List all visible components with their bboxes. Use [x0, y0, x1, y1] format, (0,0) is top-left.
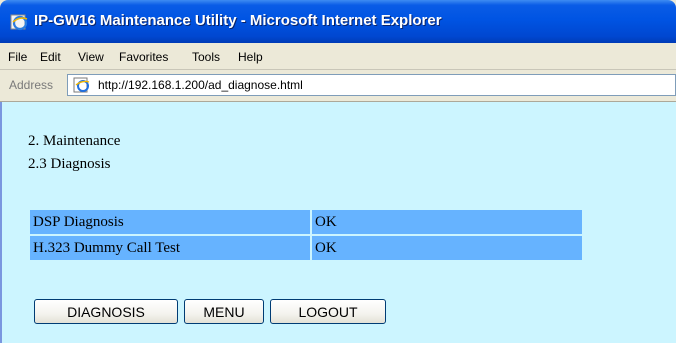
address-bar: Address http://192.168.1.200/ad_diagnose…	[0, 70, 676, 102]
menu-edit[interactable]: Edit	[40, 50, 61, 64]
menu-file[interactable]: File	[8, 50, 27, 64]
test-status-cell: OK	[312, 236, 582, 260]
title-bar[interactable]: IP-GW16 Maintenance Utility - Microsoft …	[0, 0, 676, 43]
test-name-cell: DSP Diagnosis	[30, 210, 310, 234]
subsection-heading: 2.3 Diagnosis	[28, 156, 111, 172]
page-content: 2. Maintenance 2.3 Diagnosis DSP Diagnos…	[0, 102, 676, 343]
browser-window: IP-GW16 Maintenance Utility - Microsoft …	[0, 0, 676, 343]
test-name-cell: H.323 Dummy Call Test	[30, 236, 310, 260]
menu-button[interactable]: MENU	[184, 299, 264, 324]
diagnosis-button[interactable]: DIAGNOSIS	[34, 299, 178, 324]
internet-explorer-icon	[10, 14, 28, 31]
address-label: Address	[9, 78, 54, 92]
menu-help[interactable]: Help	[238, 50, 263, 64]
table-row: DSP Diagnosis OK	[30, 210, 582, 234]
menu-view[interactable]: View	[78, 50, 104, 64]
section-heading: 2. Maintenance	[28, 133, 121, 149]
menu-tools[interactable]: Tools	[192, 50, 220, 64]
menu-bar: File Edit View Favorites Tools Help	[0, 43, 676, 70]
address-input[interactable]: http://192.168.1.200/ad_diagnose.html	[67, 74, 676, 96]
address-url: http://192.168.1.200/ad_diagnose.html	[98, 78, 303, 92]
window-title: IP-GW16 Maintenance Utility - Microsoft …	[34, 12, 442, 29]
page-icon	[73, 77, 90, 93]
menu-favorites[interactable]: Favorites	[119, 50, 168, 64]
table-row: H.323 Dummy Call Test OK	[30, 236, 582, 260]
test-status-cell: OK	[312, 210, 582, 234]
logout-button[interactable]: LOGOUT	[270, 299, 386, 324]
diagnosis-results-table: DSP Diagnosis OK H.323 Dummy Call Test O…	[28, 208, 584, 262]
